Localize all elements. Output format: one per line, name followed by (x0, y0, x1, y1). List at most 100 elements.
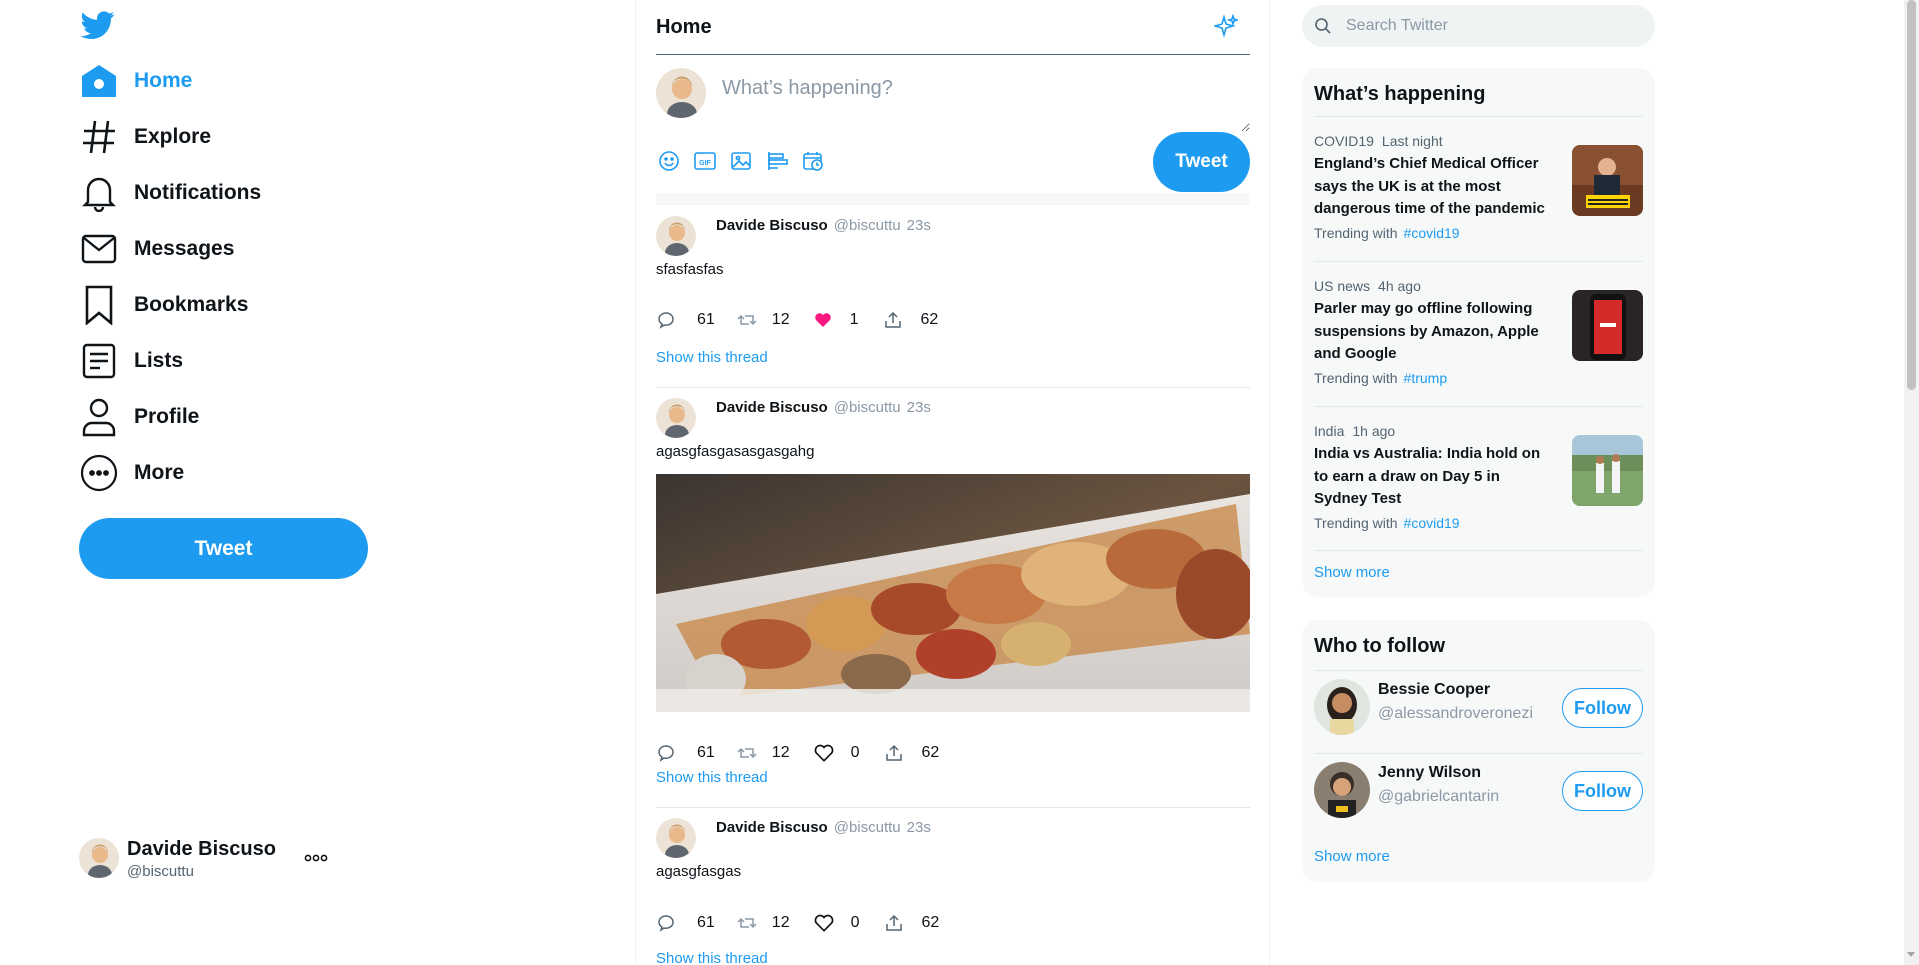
nav-bookmarks[interactable]: Bookmarks (79, 281, 248, 329)
tweet-text: agasgfasgas (656, 863, 742, 880)
composer-tweet-button[interactable]: Tweet (1153, 132, 1250, 192)
tweet-text: agasgfasgasasgasgahg (656, 443, 815, 460)
right-sidebar: What’s happening COVID19 Last night Engla… (1302, 0, 1655, 965)
gif-icon[interactable]: GIF (692, 148, 718, 174)
tweet-author-handle[interactable]: @biscuttu (834, 819, 901, 836)
show-thread-link[interactable]: Show this thread (656, 349, 768, 366)
trend-category: US news (1314, 278, 1371, 294)
compose-input[interactable] (722, 66, 1250, 132)
composer-avatar (656, 68, 706, 118)
twitter-logo-icon[interactable] (79, 8, 117, 42)
tweet-media-image[interactable] (656, 474, 1250, 712)
share-button[interactable] (884, 743, 904, 763)
retweet-count: 12 (771, 914, 790, 931)
share-count: 62 (921, 914, 940, 931)
sparkle-icon[interactable] (1214, 14, 1238, 38)
composer-toolbar: GIF (656, 148, 826, 174)
tweet-author-name[interactable]: Davide Biscuso (716, 217, 828, 234)
tweet[interactable]: Davide Biscuso @biscuttu 23s agasgfasgasas… (656, 388, 1250, 808)
trend-item[interactable]: India 1h ago India vs Australia: India ho… (1314, 423, 1643, 531)
trend-hashtag[interactable]: #trump (1404, 370, 1448, 386)
suggestion-name: Bessie Cooper (1378, 681, 1491, 698)
poll-icon[interactable] (764, 148, 790, 174)
trend-category: India (1314, 423, 1345, 439)
show-thread-link[interactable]: Show this thread (656, 950, 768, 965)
nav-profile[interactable]: Profile (79, 393, 199, 441)
tweet-author-name[interactable]: Davide Biscuso (716, 819, 828, 836)
retweet-button[interactable] (737, 913, 757, 933)
tweet-header: Davide Biscuso @biscuttu 23s (716, 819, 931, 836)
nav-messages[interactable]: Messages (79, 225, 234, 273)
reply-button[interactable] (656, 913, 676, 933)
account-name: Davide Biscuso (127, 837, 276, 860)
tweet-actions: 61 12 0 62 (656, 742, 939, 764)
tweet[interactable]: Davide Biscuso @biscuttu 23s agasgfasgas 6… (656, 808, 1250, 965)
tweet-actions: 61 12 0 62 (656, 912, 939, 934)
trend-item[interactable]: COVID19 Last night England’s Chief Medica… (1314, 133, 1643, 241)
like-button[interactable] (813, 912, 835, 934)
trend-trending-with: Trending with #covid19 (1314, 225, 1643, 241)
more-dots-icon[interactable] (304, 848, 328, 868)
tweet-author-name[interactable]: Davide Biscuso (716, 399, 828, 416)
show-thread-link[interactable]: Show this thread (656, 769, 768, 786)
heart-icon (814, 914, 833, 932)
nav-messages-label: Messages (134, 237, 235, 260)
account-avatar (79, 838, 119, 878)
envelope-icon (79, 229, 119, 269)
timeline-column: Home GIF Tweet (635, 0, 1270, 965)
tweet-timestamp[interactable]: 23s (907, 399, 931, 416)
trend-time: Last night (1381, 133, 1443, 149)
share-icon (885, 744, 902, 761)
trends-show-more-link[interactable]: Show more (1314, 564, 1390, 581)
schedule-icon[interactable] (800, 148, 826, 174)
nav-notifications[interactable]: Notifications (79, 169, 261, 217)
image-icon[interactable] (728, 148, 754, 174)
like-button[interactable] (813, 742, 835, 764)
emoji-icon[interactable] (656, 148, 682, 174)
svg-text:GIF: GIF (699, 160, 711, 167)
search-bar[interactable] (1302, 5, 1655, 47)
follow-button[interactable]: Follow (1562, 688, 1643, 728)
tweet-timestamp[interactable]: 23s (907, 819, 931, 836)
retweet-icon (737, 314, 757, 326)
share-button[interactable] (883, 310, 903, 330)
follow-suggestion[interactable]: Bessie Cooper @alessandroveronezi Follow (1314, 672, 1643, 735)
trend-headline: England’s Chief Medical Officer says the… (1314, 155, 1545, 217)
nav-home-label: Home (134, 69, 193, 92)
tweet-avatar[interactable] (656, 398, 696, 438)
follow-show-more-link[interactable]: Show more (1314, 848, 1390, 865)
tweet-timestamp[interactable]: 23s (907, 217, 931, 234)
reply-button[interactable] (656, 310, 676, 330)
tweet-author-handle[interactable]: @biscuttu (834, 399, 901, 416)
trend-hashtag[interactable]: #covid19 (1404, 515, 1460, 531)
search-input[interactable] (1346, 17, 1636, 35)
suggestion-avatar (1314, 762, 1370, 818)
page-scrollbar[interactable] (1904, 0, 1919, 965)
nav-home[interactable]: Home (79, 57, 192, 105)
panel-divider (1314, 406, 1643, 407)
scroll-down-arrow-icon[interactable] (1907, 952, 1915, 957)
trending-with-label: Trending with (1314, 369, 1398, 386)
share-button[interactable] (884, 913, 904, 933)
retweet-button[interactable] (737, 310, 757, 330)
trend-item[interactable]: US news 4h ago Parler may go offline foll… (1314, 278, 1643, 386)
account-switcher[interactable]: Davide Biscuso @biscuttu (79, 836, 339, 880)
home-icon (79, 61, 119, 101)
reply-button[interactable] (656, 743, 676, 763)
nav-more[interactable]: More (79, 449, 184, 497)
trend-hashtag[interactable]: #covid19 (1404, 225, 1460, 241)
retweet-button[interactable] (737, 743, 757, 763)
nav-notifications-label: Notifications (134, 181, 262, 204)
tweet-avatar[interactable] (656, 216, 696, 256)
tweet-avatar[interactable] (656, 818, 696, 858)
tweet[interactable]: Davide Biscuso @biscuttu 23s sfasfasfas 61… (656, 206, 1250, 388)
tweet-author-handle[interactable]: @biscuttu (834, 217, 901, 234)
reply-icon (658, 915, 674, 932)
follow-suggestion[interactable]: Jenny Wilson @gabrielcantarin Follow (1314, 755, 1643, 818)
follow-button[interactable]: Follow (1562, 771, 1643, 811)
nav-explore[interactable]: Explore (79, 113, 211, 161)
sidebar-tweet-button[interactable]: Tweet (79, 518, 368, 579)
scrollbar-thumb[interactable] (1907, 0, 1916, 390)
nav-lists[interactable]: Lists (79, 337, 183, 385)
like-button[interactable] (813, 310, 833, 330)
